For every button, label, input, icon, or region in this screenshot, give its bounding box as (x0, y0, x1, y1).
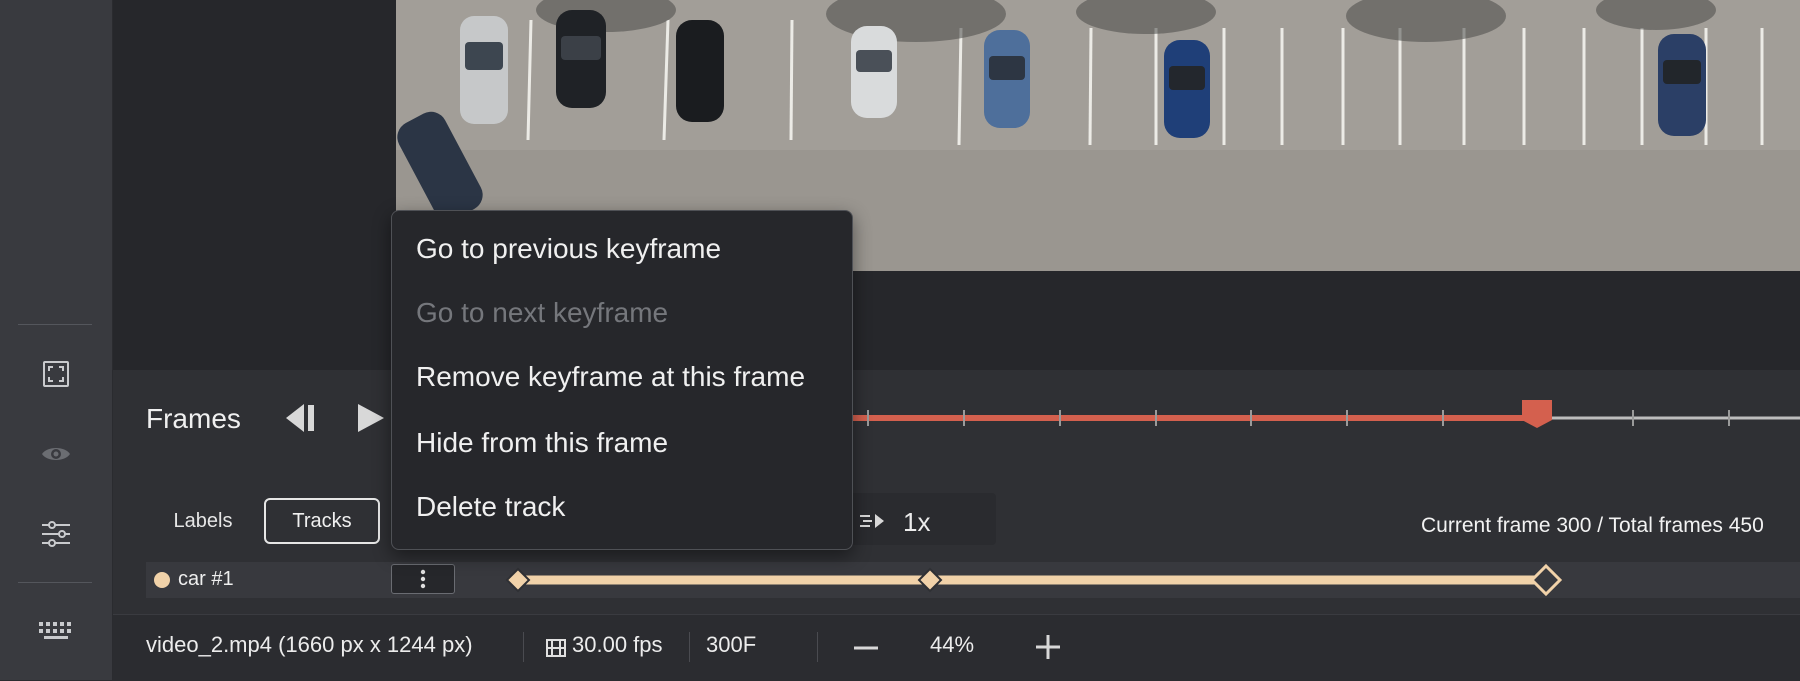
left-rail (0, 0, 113, 680)
fps-value: 30.00 fps (572, 632, 663, 657)
frame-counter: Current frame 300 / Total frames 450 (1421, 514, 1764, 537)
status-divider (523, 632, 524, 662)
play-icon[interactable] (356, 402, 386, 434)
current-frame-value: 300F (706, 632, 757, 657)
menu-item-delete-track[interactable]: Delete track (416, 491, 565, 523)
more-vertical-icon (420, 569, 426, 589)
track-context-menu: Go to previous keyframe Go to next keyfr… (391, 210, 853, 550)
keyframe-marker (505, 567, 531, 593)
track-menu-button[interactable] (391, 564, 455, 594)
eye-icon[interactable] (36, 434, 76, 474)
timeline-playhead (1522, 400, 1552, 428)
film-icon (546, 638, 566, 658)
track-name: car #1 (178, 568, 234, 590)
playback-speed-value: 1x (903, 507, 931, 537)
playback-speed-icon (858, 510, 886, 532)
keyframe-marker (917, 567, 943, 593)
rail-divider (18, 582, 92, 583)
status-divider (689, 632, 690, 662)
menu-item-remove-keyframe[interactable]: Remove keyframe at this frame (416, 361, 805, 393)
track-color-dot (154, 572, 170, 588)
zoom-in-icon[interactable] (1034, 633, 1062, 661)
keyframe-marker-current (1529, 563, 1563, 597)
status-divider (817, 632, 818, 662)
menu-item-next-keyframe: Go to next keyframe (416, 297, 669, 328)
keyboard-icon[interactable] (36, 610, 76, 650)
tab-labels[interactable]: Labels (150, 498, 256, 544)
fit-screen-icon[interactable] (36, 354, 76, 394)
zoom-level: 44% (930, 632, 975, 657)
frames-title: Frames (146, 403, 241, 434)
previous-frame-icon[interactable] (284, 402, 320, 434)
tab-tracks[interactable]: Tracks (264, 498, 380, 544)
zoom-out-icon[interactable] (852, 636, 880, 660)
sliders-icon[interactable] (36, 514, 76, 554)
video-file-info: video_2.mp4 (1660 px x 1244 px) (146, 632, 473, 657)
menu-item-hide-from-frame[interactable]: Hide from this frame (416, 427, 668, 459)
menu-item-previous-keyframe[interactable]: Go to previous keyframe (416, 233, 721, 265)
rail-divider (18, 324, 92, 325)
track-keyframe-bar[interactable] (500, 560, 1570, 600)
